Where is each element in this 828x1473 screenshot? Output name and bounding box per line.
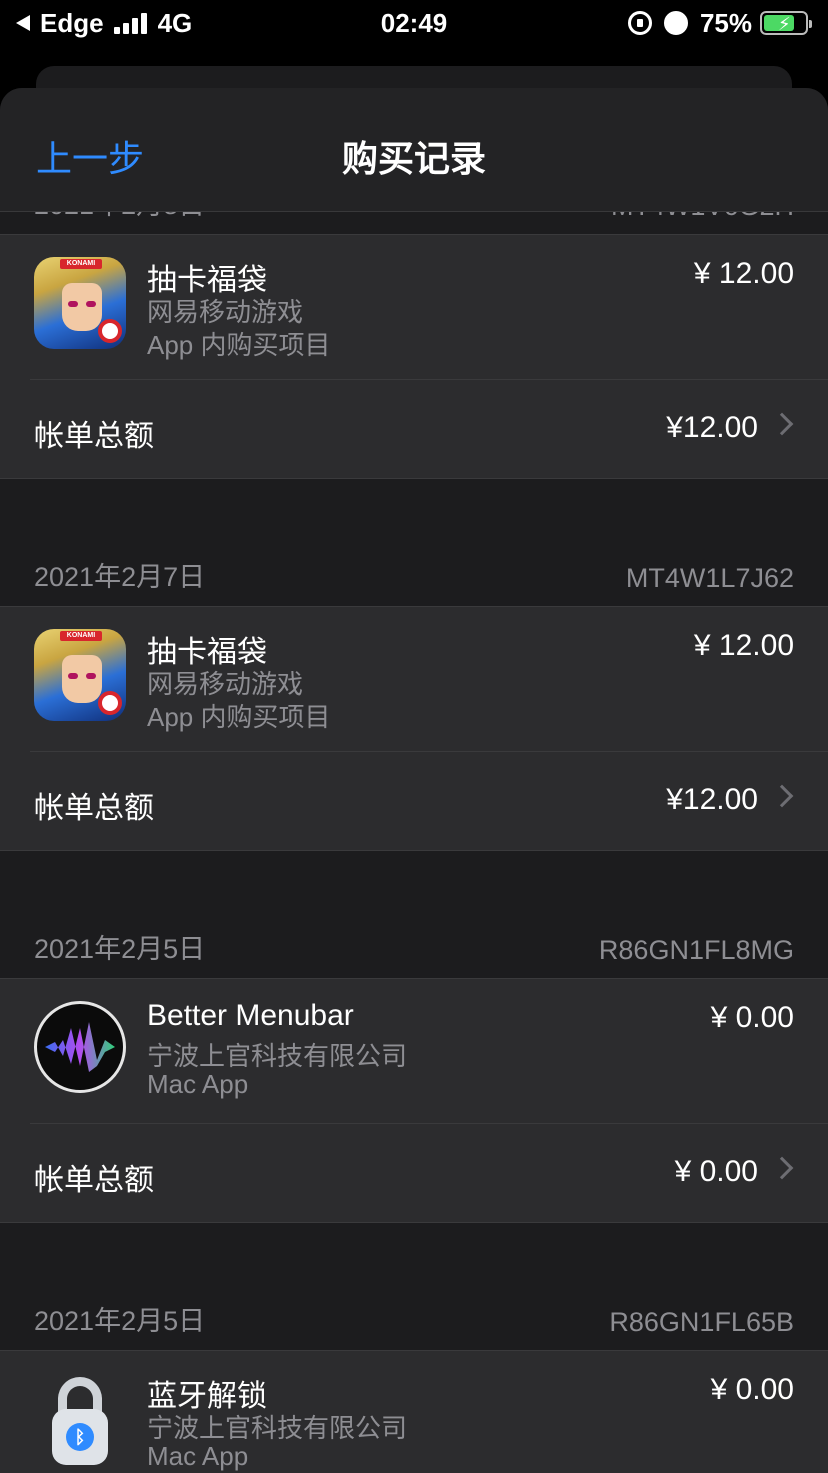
purchase-item[interactable]: Better Menubar 宁波上官科技有限公司 Mac App ¥ 0.00 bbox=[0, 979, 828, 1123]
chevron-right-icon bbox=[770, 1156, 794, 1180]
item-price: ¥ 0.00 bbox=[710, 1001, 794, 1034]
purchase-section: 2021年2月5日 R86GN1FL65B ᛒ 蓝牙解锁 宁波上官科技有限公司 … bbox=[0, 1295, 828, 1473]
status-bar: Edge 4G 02:49 75% ⚡ bbox=[0, 0, 828, 46]
item-name: Better Menubar bbox=[147, 999, 354, 1032]
bill-total-label: 帐单总额 bbox=[34, 792, 154, 825]
charging-bolt-icon: ⚡ bbox=[778, 14, 791, 34]
page-title: 购买记录 bbox=[341, 138, 486, 179]
purchase-list[interactable]: 2021年2月8日 MT4W1V6G2H KONAMI 抽卡福袋 网易移动游戏 … bbox=[0, 88, 828, 1473]
section-spacer bbox=[0, 851, 828, 923]
section-header: 2021年2月5日 R86GN1FL8MG bbox=[0, 923, 828, 978]
purchase-history-sheet: 上一步 购买记录 2021年2月8日 MT4W1V6G2H KONAMI bbox=[0, 88, 828, 1473]
bill-total-label: 帐单总额 bbox=[34, 1164, 154, 1197]
purchase-section: 2021年2月5日 R86GN1FL8MG Better Menubar 宁波上… bbox=[0, 923, 828, 1223]
item-developer: 网易移动游戏 bbox=[147, 297, 304, 327]
item-type: Mac App bbox=[147, 1069, 249, 1099]
alarm-icon bbox=[663, 11, 688, 35]
battery-percentage: 75% bbox=[699, 7, 752, 38]
item-type: App 内购买项目 bbox=[147, 702, 331, 732]
bluetooth-icon: ᛒ bbox=[66, 1423, 94, 1451]
purchase-date: 2021年2月5日 bbox=[34, 934, 206, 964]
item-type: App 内购买项目 bbox=[147, 330, 331, 360]
bill-total-row[interactable]: 帐单总额 ¥12.00 bbox=[0, 380, 828, 478]
section-header: 2021年2月5日 R86GN1FL65B bbox=[0, 1295, 828, 1350]
item-developer: 宁波上官科技有限公司 bbox=[147, 1413, 408, 1443]
bill-total-value: ¥12.00 bbox=[666, 411, 758, 444]
bill-total-value: ¥ 0.00 bbox=[674, 1155, 758, 1188]
order-id: MT4W1L7J62 bbox=[625, 563, 794, 593]
purchase-date: 2021年2月7日 bbox=[34, 562, 206, 592]
item-price: ¥ 0.00 bbox=[710, 1373, 794, 1406]
purchase-card: Better Menubar 宁波上官科技有限公司 Mac App ¥ 0.00… bbox=[0, 978, 828, 1223]
chevron-right-icon bbox=[770, 784, 794, 808]
item-price: ¥ 12.00 bbox=[693, 629, 794, 662]
purchase-section: 2021年2月7日 MT4W1L7J62 KONAMI 抽卡福袋 网易移动游戏 … bbox=[0, 551, 828, 851]
purchase-item[interactable]: ᛒ 蓝牙解锁 宁波上官科技有限公司 Mac App ¥ 0.00 bbox=[0, 1351, 828, 1473]
bill-total-value: ¥12.00 bbox=[666, 783, 758, 816]
section-spacer bbox=[0, 1223, 828, 1295]
purchase-card: ᛒ 蓝牙解锁 宁波上官科技有限公司 Mac App ¥ 0.00 bbox=[0, 1350, 828, 1473]
item-developer: 宁波上官科技有限公司 bbox=[147, 1041, 408, 1071]
bluetooth-lock-icon: ᛒ bbox=[34, 1373, 126, 1465]
purchase-item[interactable]: KONAMI 抽卡福袋 网易移动游戏 App 内购买项目 ¥ 12.00 bbox=[0, 607, 828, 751]
yugioh-app-icon: KONAMI bbox=[34, 257, 126, 349]
purchase-card: KONAMI 抽卡福袋 网易移动游戏 App 内购买项目 ¥ 12.00 帐单总… bbox=[0, 606, 828, 851]
navigation-bar: 上一步 购买记录 bbox=[0, 88, 828, 212]
rotation-lock-icon bbox=[627, 11, 652, 35]
item-developer: 网易移动游戏 bbox=[147, 669, 304, 699]
section-spacer bbox=[0, 479, 828, 551]
status-right: 75% ⚡ bbox=[627, 7, 812, 38]
yugioh-app-icon: KONAMI bbox=[34, 629, 126, 721]
order-id: R86GN1FL8MG bbox=[598, 935, 794, 965]
purchase-card: KONAMI 抽卡福袋 网易移动游戏 App 内购买项目 ¥ 12.00 帐单总… bbox=[0, 234, 828, 479]
item-price: ¥ 12.00 bbox=[693, 257, 794, 290]
better-menubar-icon bbox=[34, 1001, 126, 1093]
purchase-item[interactable]: KONAMI 抽卡福袋 网易移动游戏 App 内购买项目 ¥ 12.00 bbox=[0, 235, 828, 379]
purchase-date: 2021年2月5日 bbox=[34, 1306, 206, 1336]
bill-total-row[interactable]: 帐单总额 ¥12.00 bbox=[0, 752, 828, 850]
chevron-right-icon bbox=[770, 412, 794, 436]
section-header: 2021年2月7日 MT4W1L7J62 bbox=[0, 551, 828, 606]
item-type: Mac App bbox=[147, 1441, 249, 1471]
bill-total-row[interactable]: 帐单总额 ¥ 0.00 bbox=[0, 1124, 828, 1222]
battery-icon: ⚡ bbox=[760, 11, 812, 35]
bill-total-label: 帐单总额 bbox=[34, 420, 154, 453]
order-id: R86GN1FL65B bbox=[609, 1307, 794, 1337]
